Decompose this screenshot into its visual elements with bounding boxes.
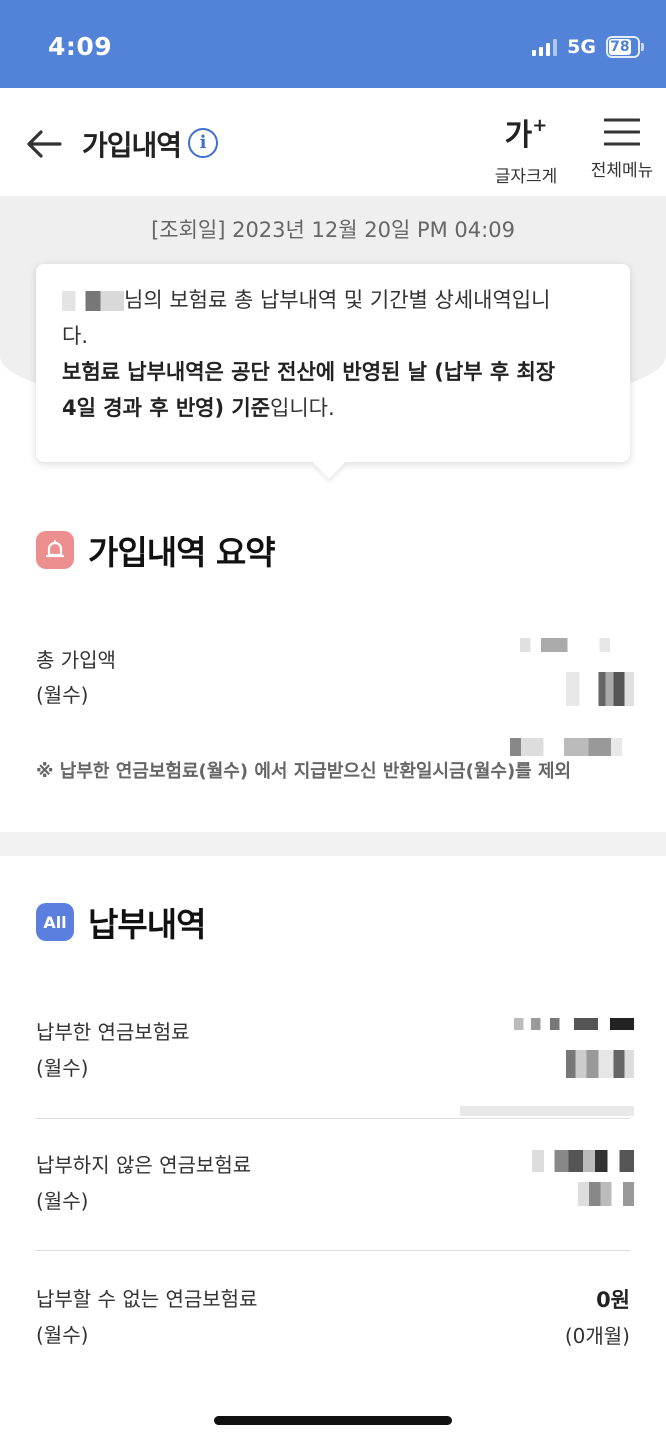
row-divider [36, 1250, 630, 1251]
unpayable-premium-unit: (월수) [36, 1323, 89, 1347]
redacted-total-amount [520, 638, 626, 652]
total-label: 총 가입액 [36, 648, 116, 672]
unpayable-amount: 0원 [596, 1288, 630, 1312]
payments-section-header: All 납부내역 [36, 898, 206, 946]
menu-button[interactable]: 전체메뉴 [580, 106, 664, 182]
notice-card: 님의 보험료 총 납부내역 및 기간별 상세내역입니 다. 보험료 납부내역은 … [36, 264, 630, 462]
back-button[interactable] [24, 124, 64, 164]
notice-bold-line: 4일 경과 후 반영) 기준입니다. [62, 396, 335, 420]
total-unit: (월수) [36, 683, 89, 707]
unpaid-premium-unit: (월수) [36, 1189, 89, 1213]
redacted-paid-amount [514, 1018, 634, 1030]
redacted-unpaid-amount [532, 1150, 634, 1172]
status-bar: 4:09 5G 78 [0, 0, 666, 88]
row-divider [36, 1118, 630, 1119]
network-type: 5G [567, 36, 596, 58]
app-header: 가입내역 i 가+ 글자크게 전체메뉴 [0, 88, 666, 196]
unpayable-premium-label: 납부할 수 없는 연금보험료 [36, 1287, 258, 1311]
arrow-left-icon [27, 130, 62, 158]
section-title: 가입내역 요약 [88, 533, 276, 572]
menu-label: 전체메뉴 [590, 161, 654, 181]
redacted-note-value [510, 738, 622, 756]
battery-icon: 78 [606, 36, 644, 58]
redacted-bar [460, 1106, 634, 1116]
redacted-name [62, 291, 124, 311]
notice-line: 다. [62, 324, 88, 348]
status-time: 4:09 [48, 32, 113, 61]
signal-icon [532, 38, 558, 56]
info-icon: i [199, 132, 207, 153]
all-icon: All [36, 903, 74, 941]
page-title: 가입내역 [82, 129, 182, 162]
redacted-unpaid-months [578, 1182, 634, 1206]
redacted-total-months [566, 672, 634, 706]
notice-line: 님의 보험료 총 납부내역 및 기간별 상세내역입니 [62, 282, 604, 318]
summary-note: ※ 납부한 연금보험료(월수) 에서 지급받으신 반환일시금(월수)를 제외 [36, 761, 572, 782]
unpaid-premium-label: 납부하지 않은 연금보험료 [36, 1153, 252, 1177]
hamburger-menu-icon [604, 118, 640, 146]
status-indicators: 5G 78 [532, 36, 644, 58]
home-indicator [214, 1416, 452, 1425]
font-size-icon: 가+ [504, 115, 548, 153]
battery-level: 78 [609, 39, 631, 55]
summary-section-header: 가입내역 요약 [36, 526, 276, 574]
query-date: [조회일] 2023년 12월 20일 PM 04:09 [151, 218, 515, 242]
paid-premium-unit: (월수) [36, 1056, 89, 1080]
info-button[interactable]: i [188, 128, 218, 158]
notice-bold-line: 보험료 납부내역은 공단 전산에 반영된 날 (납부 후 최장 [62, 360, 556, 384]
redacted-paid-months [566, 1050, 634, 1078]
section-divider [0, 832, 666, 856]
section-title: 납부내역 [88, 905, 206, 944]
bell-icon [36, 531, 74, 569]
font-size-label: 글자크게 [494, 167, 558, 187]
unpayable-months: (0개월) [564, 1324, 630, 1348]
font-size-button[interactable]: 가+ 글자크게 [486, 106, 566, 187]
paid-premium-label: 납부한 연금보험료 [36, 1020, 190, 1044]
